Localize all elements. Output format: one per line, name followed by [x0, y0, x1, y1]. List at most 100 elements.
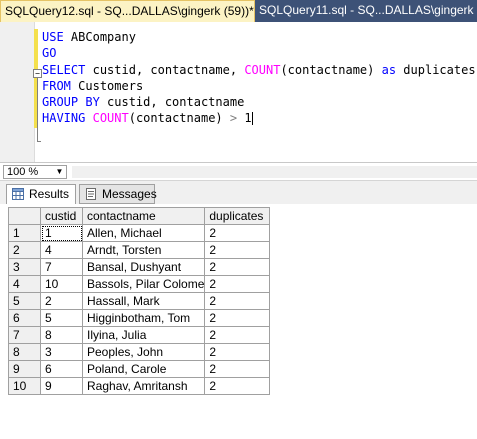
cell-custid[interactable]: 1 [40, 224, 83, 242]
document-tab-strip: SQLQuery12.sql - SQ...DALLAS\gingerk (59… [0, 0, 477, 22]
keyword: SELECT [42, 62, 86, 77]
cell-duplicates[interactable]: 2 [204, 258, 271, 276]
cell-custid[interactable]: 8 [40, 326, 83, 344]
table-row[interactable]: 2 4 Arndt, Torsten 2 [8, 241, 271, 259]
cell-custid[interactable]: 4 [40, 241, 83, 259]
tab-results-label: Results [29, 187, 70, 201]
zoom-bar: 100 % ▼ [0, 162, 477, 181]
row-number[interactable]: 5 [8, 292, 41, 310]
keyword: GROUP BY [42, 95, 100, 110]
tab-messages[interactable]: Messages [79, 184, 157, 204]
keyword: FROM [42, 78, 71, 93]
code-line: SELECT custid, contactname, COUNT(contac… [42, 62, 476, 78]
column-header[interactable]: custid [40, 207, 83, 225]
grid-icon [12, 188, 24, 200]
keyword: as [381, 62, 397, 77]
cell-custid[interactable]: 7 [40, 258, 83, 276]
keyword: USE [42, 30, 64, 44]
query-editor[interactable]: − USE ABCompany GO SELECT custid, contactn… [0, 22, 477, 162]
outline-line-end [37, 141, 41, 142]
cell-contactname[interactable]: Bassols, Pilar Colome [81, 275, 206, 293]
identifier: Customers [78, 78, 144, 93]
table-row[interactable]: 5 2 Hassall, Mark 2 [8, 292, 271, 310]
row-number[interactable]: 1 [8, 224, 41, 242]
identifier: duplicates [403, 62, 476, 77]
identifier: custid, contactname [107, 95, 245, 110]
identifier: ABCompany [70, 30, 136, 44]
row-number[interactable]: 9 [8, 360, 41, 378]
zoom-select[interactable]: 100 % ▼ [3, 165, 67, 179]
table-row[interactable]: 9 6 Poland, Carole 2 [8, 360, 271, 378]
cell-contactname[interactable]: Hassall, Mark [81, 292, 206, 310]
cell-contactname[interactable]: Allen, Michael [81, 224, 206, 242]
text-caret [251, 112, 253, 126]
cell-custid[interactable]: 10 [40, 275, 83, 293]
identifier: (contactname) [280, 62, 375, 77]
chevron-down-icon[interactable]: ▼ [54, 166, 65, 178]
cell-contactname[interactable]: Bansal, Dushyant [81, 258, 206, 276]
row-number[interactable]: 10 [8, 377, 41, 395]
row-number[interactable]: 4 [8, 275, 41, 293]
grid-corner[interactable] [8, 207, 41, 225]
cell-duplicates[interactable]: 2 [204, 224, 271, 242]
cell-duplicates[interactable]: 2 [204, 377, 271, 395]
row-number[interactable]: 7 [8, 326, 41, 344]
results-grid[interactable]: custid contactname duplicates 1 1 Allen, M… [8, 207, 271, 395]
cell-custid[interactable]: 3 [40, 343, 83, 361]
cell-duplicates[interactable]: 2 [204, 326, 271, 344]
code-line: GO [42, 45, 476, 61]
cell-duplicates[interactable]: 2 [204, 241, 271, 259]
table-row[interactable]: 10 9 Raghav, Amritansh 2 [8, 377, 271, 395]
cell-custid[interactable]: 6 [40, 360, 83, 378]
sql-code[interactable]: USE ABCompany GO SELECT custid, contactnam… [42, 29, 476, 127]
tab-messages-label: Messages [102, 187, 157, 201]
keyword: HAVING [42, 111, 86, 126]
table-row[interactable]: 3 7 Bansal, Dushyant 2 [8, 258, 271, 276]
horizontal-scrollbar[interactable] [72, 166, 477, 178]
identifier: custid, contactname, [92, 62, 238, 77]
tab-sqlquery12[interactable]: SQLQuery12.sql - SQ...DALLAS\gingerk (59… [0, 0, 255, 22]
row-number[interactable]: 3 [8, 258, 41, 276]
grid-header-row: custid contactname duplicates [8, 207, 271, 225]
function-name: COUNT [92, 111, 129, 126]
cell-contactname[interactable]: Raghav, Amritansh [81, 377, 206, 395]
cell-duplicates[interactable]: 2 [204, 275, 271, 293]
cell-duplicates[interactable]: 2 [204, 343, 271, 361]
table-row[interactable]: 1 1 Allen, Michael 2 [8, 224, 271, 242]
cell-custid[interactable]: 2 [40, 292, 83, 310]
table-row[interactable]: 8 3 Peoples, John 2 [8, 343, 271, 361]
cell-duplicates[interactable]: 2 [204, 309, 271, 327]
column-header[interactable]: contactname [81, 207, 206, 225]
cell-contactname[interactable]: Peoples, John [81, 343, 206, 361]
editor-gutter [0, 22, 35, 162]
cell-custid[interactable]: 5 [40, 309, 83, 327]
cell-contactname[interactable]: Poland, Carole [81, 360, 206, 378]
cell-duplicates[interactable]: 2 [204, 360, 271, 378]
collapse-icon[interactable]: − [33, 69, 42, 78]
operator: > [229, 111, 238, 126]
column-header[interactable]: duplicates [204, 207, 271, 225]
code-line: FROM Customers [42, 78, 476, 94]
cell-contactname[interactable]: Arndt, Torsten [81, 241, 206, 259]
results-grid-area: custid contactname duplicates 1 1 Allen, M… [0, 204, 477, 439]
cell-duplicates[interactable]: 2 [204, 292, 271, 310]
row-number[interactable]: 2 [8, 241, 41, 259]
table-row[interactable]: 4 10 Bassols, Pilar Colome 2 [8, 275, 271, 293]
row-number[interactable]: 8 [8, 343, 41, 361]
zoom-value: 100 % [7, 166, 39, 178]
function-name: COUNT [244, 62, 281, 77]
code-line: USE ABCompany [42, 29, 476, 45]
keyword: GO [42, 46, 57, 61]
code-line: GROUP BY custid, contactname [42, 94, 476, 110]
row-number[interactable]: 6 [8, 309, 41, 327]
cell-custid[interactable]: 9 [40, 377, 83, 395]
table-row[interactable]: 6 5 Higginbotham, Tom 2 [8, 309, 271, 327]
code-line: HAVING COUNT(contactname) > 1 [42, 110, 476, 126]
outline-line [37, 78, 38, 142]
messages-icon [86, 188, 96, 200]
table-row[interactable]: 7 8 Ilyina, Julia 2 [8, 326, 271, 344]
cell-contactname[interactable]: Higginbotham, Tom [81, 309, 206, 327]
tab-results[interactable]: Results [6, 184, 76, 204]
tab-sqlquery11[interactable]: SQLQuery11.sql - SQ...DALLAS\gingerk (58… [255, 0, 477, 22]
cell-contactname[interactable]: Ilyina, Julia [81, 326, 206, 344]
